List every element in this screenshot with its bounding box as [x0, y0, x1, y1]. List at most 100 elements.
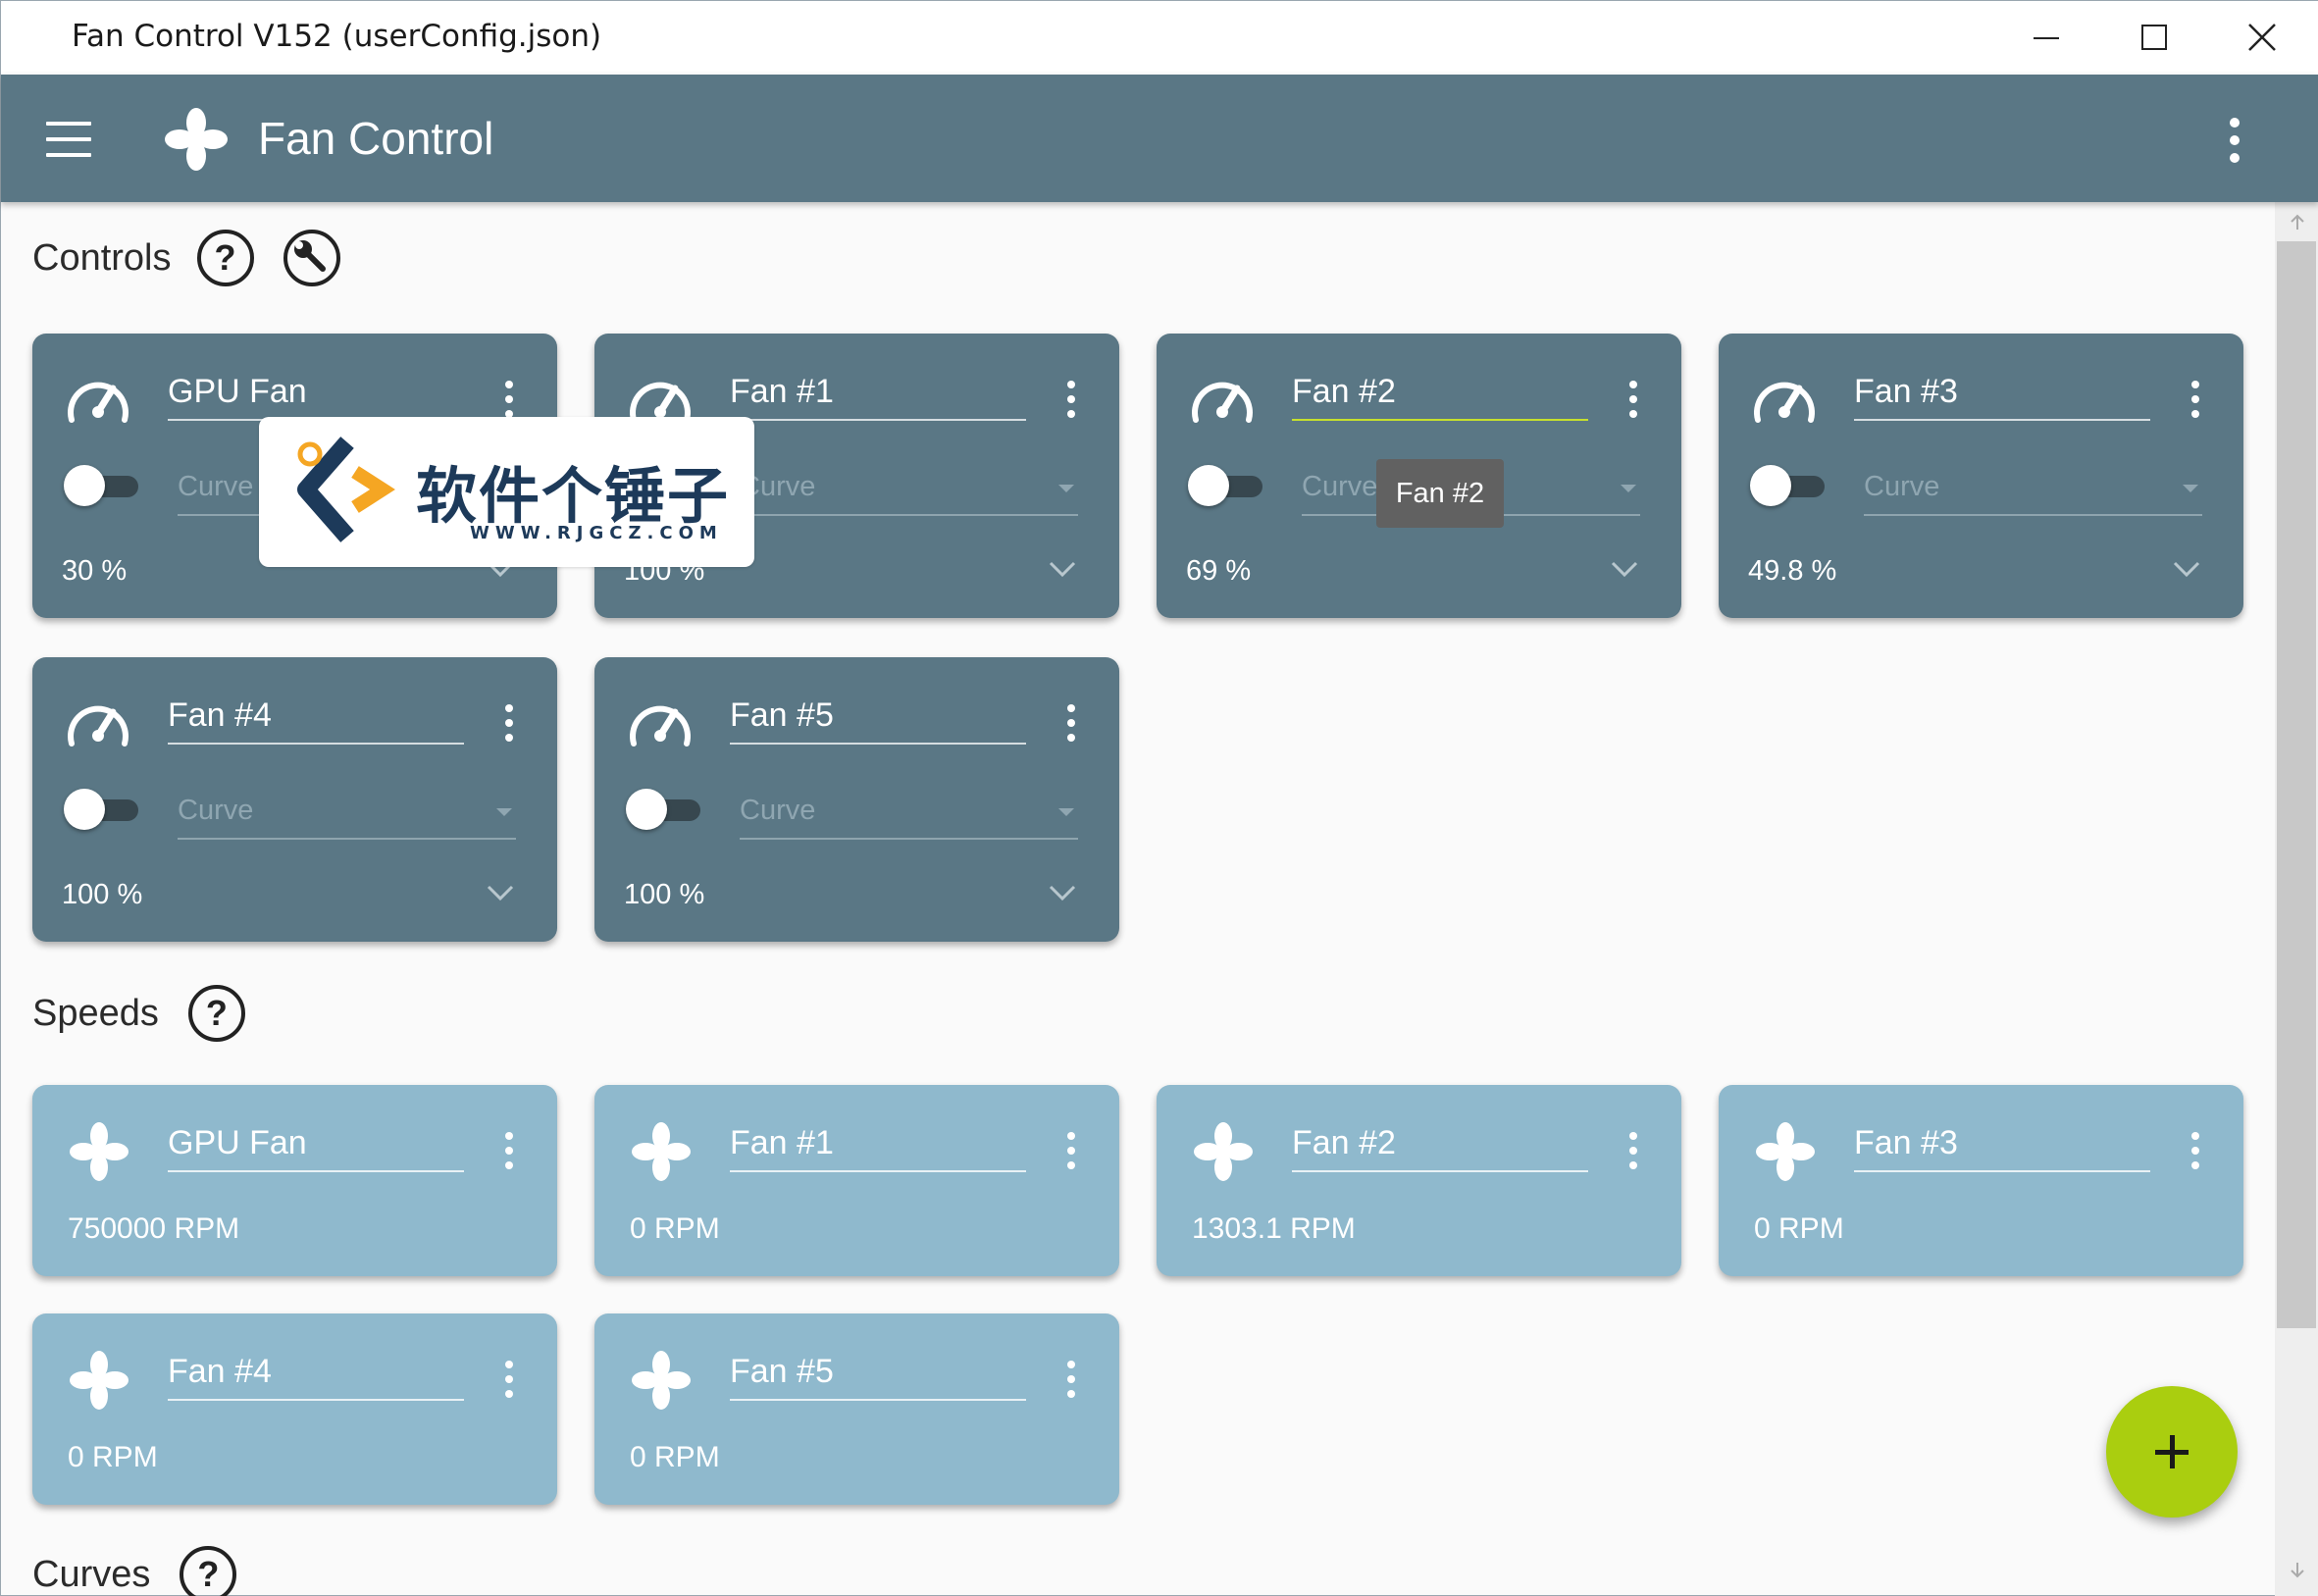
more-vert-dot [505, 1390, 513, 1398]
more-vert-icon [505, 1361, 513, 1368]
card-more-button[interactable] [2189, 1132, 2201, 1171]
scrollbar-thumb[interactable] [2277, 241, 2316, 1328]
tooltip: Fan #2 [1376, 459, 1504, 528]
chevron-down-icon[interactable] [1048, 559, 1077, 579]
speed-rpm: 0 RPM [68, 1441, 158, 1473]
control-percent: 100 % [62, 879, 143, 910]
app-title: Fan Control [258, 113, 494, 164]
main-content: Controls ? GPU Fan Curve 30 % Fan #1 Curv… [1, 202, 2275, 1596]
scroll-up-arrow-icon[interactable] [2289, 214, 2306, 232]
chevron-down-icon[interactable] [486, 883, 515, 902]
card-more-button[interactable] [503, 1361, 515, 1400]
more-vert-dot [1067, 1161, 1075, 1169]
title-bar: Fan Control V152 (userConfig.json) [1, 1, 2318, 75]
help-icon[interactable]: ? [187, 985, 245, 1042]
more-vert-dot [2191, 1147, 2199, 1155]
scroll-down-arrow-icon[interactable] [2289, 1561, 2306, 1578]
control-percent: 49.8 % [1748, 555, 1837, 587]
fan-icon [70, 1122, 129, 1181]
curve-select-value: Curve [1302, 471, 1378, 502]
card-more-button[interactable] [503, 1132, 515, 1171]
control-name-field[interactable]: Fan #4 [168, 696, 464, 745]
speed-name-field[interactable]: Fan #5 [730, 1353, 1026, 1401]
toggle-thumb [1750, 465, 1791, 506]
fan-icon [1194, 1122, 1253, 1181]
curve-select-value: Curve [1864, 471, 1940, 502]
more-vert-dot [1629, 395, 1637, 403]
card-more-button[interactable] [1065, 1361, 1077, 1400]
curve-select[interactable]: Curve [740, 785, 1078, 840]
toggle-thumb [64, 789, 105, 830]
more-vert-icon [1067, 381, 1075, 388]
control-enable-toggle[interactable] [64, 465, 142, 506]
card-more-button[interactable] [1065, 704, 1077, 744]
speed-name-field[interactable]: Fan #2 [1292, 1124, 1588, 1172]
speed-name-field[interactable]: GPU Fan [168, 1124, 464, 1172]
card-more-button[interactable] [1627, 381, 1639, 420]
close-button[interactable] [2208, 1, 2316, 75]
add-button[interactable] [2106, 1386, 2238, 1518]
card-more-button[interactable] [503, 381, 515, 420]
chevron-down-icon[interactable] [2172, 559, 2201, 579]
dropdown-arrow-icon [1621, 485, 1636, 492]
fan-icon [632, 1122, 691, 1181]
curve-select[interactable]: Curve [1864, 461, 2202, 516]
more-vert-icon [1067, 704, 1075, 712]
speed-rpm: 750000 RPM [68, 1212, 240, 1245]
maximize-button[interactable] [2100, 1, 2208, 75]
toggle-thumb [626, 789, 667, 830]
more-vert-icon [505, 381, 513, 388]
control-name-field[interactable]: Fan #3 [1854, 373, 2150, 421]
section-title-speeds: Speeds [32, 992, 159, 1034]
more-vert-dot [505, 1375, 513, 1383]
more-vert-dot [505, 719, 513, 727]
more-vert-dot [1067, 410, 1075, 418]
help-icon[interactable]: ? [196, 230, 254, 286]
hamburger-icon-line [46, 153, 91, 157]
card-more-button[interactable] [1065, 1132, 1077, 1171]
minimize-button[interactable] [1992, 1, 2100, 75]
control-name-field[interactable]: Fan #2 [1292, 373, 1588, 421]
more-vert-dot [1067, 1390, 1075, 1398]
dropdown-arrow-icon [2183, 485, 2198, 492]
more-vert-icon[interactable] [2220, 116, 2249, 165]
more-vert-icon [1629, 381, 1637, 388]
more-vert-dot [1629, 1147, 1637, 1155]
gauge-icon [630, 705, 691, 747]
curves-header: Curves ? [32, 1546, 237, 1596]
speed-name-field[interactable]: Fan #1 [730, 1124, 1026, 1172]
help-icon[interactable]: ? [180, 1546, 237, 1596]
vertical-scrollbar[interactable] [2275, 202, 2318, 1596]
control-name-field[interactable]: Fan #5 [730, 696, 1026, 745]
control-enable-toggle[interactable] [64, 789, 142, 830]
more-vert-icon [2191, 381, 2199, 388]
control-card: Fan #3 Curve 49.8 % [1719, 334, 2243, 618]
chevron-down-icon[interactable] [1048, 883, 1077, 902]
control-enable-toggle[interactable] [1188, 465, 1266, 506]
watermark-text: 软件个锤子 [416, 460, 731, 532]
card-more-button[interactable] [2189, 381, 2201, 420]
curve-select[interactable]: Curve [178, 785, 516, 840]
curve-select[interactable]: Curve [740, 461, 1078, 516]
control-name-field[interactable]: GPU Fan [168, 373, 464, 421]
wrench-icon[interactable] [283, 230, 340, 286]
card-more-button[interactable] [1627, 1132, 1639, 1171]
curve-select-value: Curve [740, 795, 816, 826]
speed-name-field[interactable]: Fan #3 [1854, 1124, 2150, 1172]
more-vert-icon [1067, 1132, 1075, 1140]
menu-button[interactable] [46, 122, 91, 157]
minimize-icon [2034, 37, 2059, 39]
more-vert-dot [1629, 1161, 1637, 1169]
chevron-down-icon[interactable] [1610, 559, 1639, 579]
card-more-button[interactable] [503, 704, 515, 744]
card-more-button[interactable] [1065, 381, 1077, 420]
control-enable-toggle[interactable] [626, 789, 704, 830]
control-enable-toggle[interactable] [1750, 465, 1829, 506]
speed-name-field[interactable]: Fan #4 [168, 1353, 464, 1401]
hamburger-icon [46, 122, 91, 126]
control-name-field[interactable]: Fan #1 [730, 373, 1026, 421]
gauge-icon [1754, 382, 1815, 423]
curve-select-value: Curve [178, 795, 254, 826]
plus-icon-vertical [2170, 1435, 2175, 1468]
close-icon [2248, 24, 2276, 51]
